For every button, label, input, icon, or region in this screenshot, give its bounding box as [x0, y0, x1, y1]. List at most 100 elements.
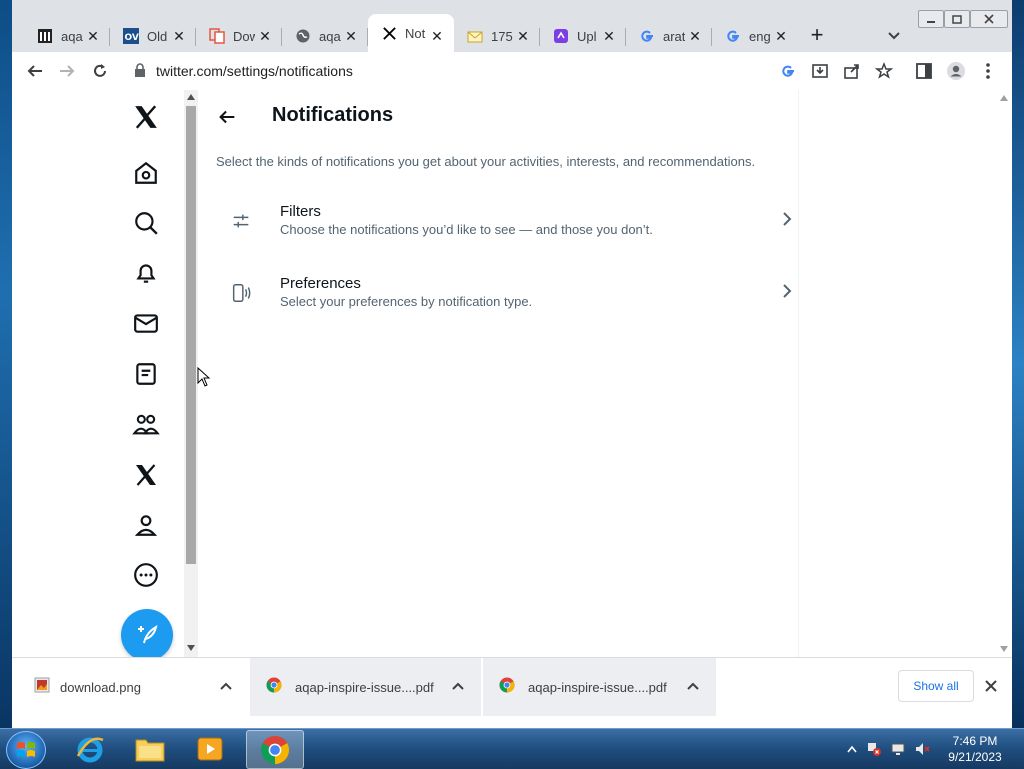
chevron-up-icon[interactable]: [450, 678, 466, 694]
download-filename: aqap-inspire-issue....pdf: [295, 679, 434, 695]
nav-lists[interactable]: [130, 358, 162, 390]
nav-messages[interactable]: [130, 307, 162, 339]
share-button[interactable]: [841, 60, 863, 82]
show-all-downloads-button[interactable]: Show all: [898, 670, 974, 702]
download-item[interactable]: aqap-inspire-issue....pdf: [483, 658, 716, 716]
back-button[interactable]: [216, 106, 238, 128]
tab-8[interactable]: arat ✕: [626, 20, 712, 52]
back-button[interactable]: [24, 60, 46, 82]
close-downloads-button[interactable]: [982, 677, 1000, 695]
tab-7[interactable]: Upl ✕: [540, 20, 626, 52]
taskbar-media-player[interactable]: [182, 730, 238, 767]
reload-button[interactable]: [89, 60, 111, 82]
mouse-cursor-icon: [197, 367, 211, 387]
nav-communities[interactable]: [130, 408, 162, 440]
tab-4[interactable]: aqa ✕: [282, 20, 368, 52]
new-tab-button[interactable]: +: [806, 24, 828, 47]
google-lens-button[interactable]: [777, 60, 799, 82]
scroll-down-icon: [1000, 646, 1008, 652]
address-bar[interactable]: twitter.com/settings/notifications: [156, 63, 353, 79]
tab-3[interactable]: Dow ✕: [196, 20, 282, 52]
bookmark-button[interactable]: [873, 60, 895, 82]
show-hidden-icons-button[interactable]: [844, 741, 860, 757]
tab-title: Not: [405, 25, 426, 41]
scroll-down-icon: [187, 645, 195, 651]
sidebar-scrollbar[interactable]: [184, 90, 198, 657]
page-scrollbar[interactable]: [996, 90, 1012, 657]
tab-strip: aqa ✕ OV Old ✕ Dow ✕ aqa ✕ Not ✕ 175 ✕ U…: [12, 0, 1012, 58]
close-icon[interactable]: ✕: [774, 29, 788, 43]
nav-premium[interactable]: [130, 459, 162, 491]
person-icon: [134, 515, 158, 536]
nav-explore[interactable]: [130, 207, 162, 239]
nav-home[interactable]: [130, 157, 162, 189]
share-icon: [844, 64, 859, 79]
nav-notifications[interactable]: [130, 257, 162, 289]
taskbar-chrome[interactable]: [246, 730, 304, 769]
tab-search-button[interactable]: [885, 27, 903, 45]
chevron-up-icon[interactable]: [685, 678, 701, 694]
chevron-up-icon[interactable]: [218, 678, 234, 694]
minimize-button[interactable]: [918, 10, 944, 28]
install-app-button[interactable]: [809, 60, 831, 82]
scrollbar-thumb[interactable]: [186, 106, 196, 564]
menu-button[interactable]: [977, 60, 999, 82]
tab-title: 175: [491, 28, 513, 44]
close-icon[interactable]: ✕: [86, 29, 100, 43]
side-panel-button[interactable]: [913, 60, 935, 82]
close-icon[interactable]: ✕: [688, 29, 702, 43]
tab-title: Old: [147, 28, 168, 44]
system-clock[interactable]: 7:46 PM 9/21/2023: [940, 733, 1010, 765]
sliders-icon: [230, 210, 252, 232]
preferences-setting[interactable]: Preferences Select your preferences by n…: [216, 272, 796, 328]
chevron-right-icon: [778, 282, 796, 300]
desktop-background-left: [0, 0, 12, 728]
profile-button[interactable]: [945, 60, 967, 82]
scroll-up-icon: [187, 94, 195, 100]
nav-more[interactable]: [130, 559, 162, 591]
forward-button[interactable]: [56, 60, 78, 82]
chevron-down-icon: [888, 32, 900, 40]
download-item[interactable]: aqap-inspire-issue....pdf: [250, 658, 481, 716]
maximize-button[interactable]: [944, 10, 970, 28]
close-icon[interactable]: ✕: [258, 29, 272, 43]
taskbar-file-explorer[interactable]: [122, 730, 178, 767]
close-icon[interactable]: ✕: [602, 29, 616, 43]
avatar-icon: [947, 62, 965, 80]
close-icon[interactable]: ✕: [430, 29, 444, 43]
google-icon: [782, 65, 794, 77]
tab-6[interactable]: 175 ✕: [454, 20, 540, 52]
tab-9[interactable]: eng ✕: [712, 20, 798, 52]
start-button[interactable]: [6, 731, 46, 769]
scroll-up-icon: [1000, 95, 1008, 101]
tab-5-active[interactable]: Not ✕: [368, 14, 454, 52]
arrow-left-icon: [27, 65, 42, 77]
network-icon[interactable]: [890, 741, 906, 757]
close-icon[interactable]: ✕: [516, 29, 530, 43]
close-icon[interactable]: ✕: [172, 29, 186, 43]
svg-text:OV: OV: [125, 33, 139, 43]
pdf-convert-icon: [209, 28, 225, 44]
tab-1[interactable]: aqa ✕: [24, 20, 110, 52]
media-player-icon: [197, 737, 223, 760]
search-icon: [135, 212, 158, 235]
google-icon: [639, 28, 655, 44]
lock-icon[interactable]: [134, 63, 146, 82]
google-icon: [725, 28, 741, 44]
filters-setting[interactable]: Filters Choose the notifications you’d l…: [216, 200, 796, 256]
close-icon[interactable]: ✕: [344, 29, 358, 43]
page-description: Select the kinds of notifications you ge…: [216, 154, 756, 169]
action-center-icon[interactable]: [866, 741, 882, 757]
x-logo-link[interactable]: [130, 101, 162, 133]
tab-title: arat: [663, 28, 685, 44]
download-item[interactable]: download.png: [12, 658, 248, 716]
taskbar-internet-explorer[interactable]: [62, 730, 118, 767]
tab-2[interactable]: OV Old ✕: [110, 20, 196, 52]
volume-muted-icon[interactable]: [914, 741, 930, 757]
clock-date: 9/21/2023: [948, 750, 1002, 764]
setting-subtitle: Choose the notifications you’d like to s…: [280, 222, 653, 237]
more-circle-icon: [134, 563, 158, 587]
close-window-button[interactable]: [970, 10, 1008, 28]
nav-profile[interactable]: [130, 509, 162, 541]
compose-post-button[interactable]: [121, 609, 173, 661]
